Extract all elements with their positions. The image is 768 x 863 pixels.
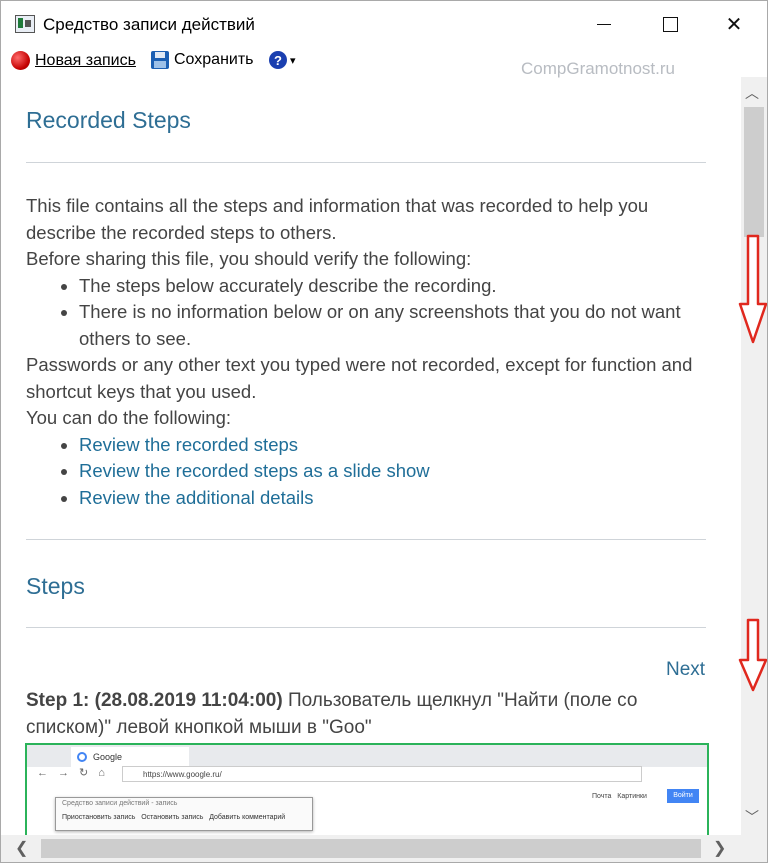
close-button[interactable]: ✕	[703, 1, 765, 47]
help-dropdown-button[interactable]: ? ▾	[269, 51, 296, 69]
mail-link: Почта	[592, 793, 612, 800]
floppy-disk-icon	[151, 51, 169, 69]
login-button: Войти	[667, 789, 699, 803]
horizontal-scroll-thumb[interactable]	[41, 839, 701, 858]
address-bar: https://www.google.ru/	[122, 766, 642, 782]
google-logo-icon	[77, 752, 87, 762]
help-icon: ?	[269, 51, 287, 69]
verify-intro: Before sharing this file, you should ver…	[26, 248, 472, 269]
options-intro: You can do the following:	[26, 407, 232, 428]
list-item: There is no information below or on any …	[79, 299, 716, 352]
browser-tab-bar: Google	[27, 745, 707, 767]
step-1-screenshot[interactable]: Google ←→↻⌂ https://www.google.ru/ Почта…	[25, 743, 709, 835]
list-item: The steps below accurately describe the …	[79, 273, 716, 300]
title-bar: Средство записи действий ✕	[1, 1, 767, 47]
vertical-scrollbar[interactable]: ︿ ﹀	[741, 77, 767, 835]
browser-nav-icons: ←→↻⌂	[37, 767, 115, 779]
window-title: Средство записи действий	[43, 15, 255, 34]
link-review-steps[interactable]: Review the recorded steps	[79, 434, 298, 455]
scroll-right-icon[interactable]: ❯	[713, 838, 726, 858]
scrollbar-corner	[741, 835, 767, 862]
browser-tab-title: Google	[93, 752, 123, 762]
options-list: Review the recorded steps Review the rec…	[26, 432, 716, 512]
verify-list: The steps below accurately describe the …	[26, 273, 716, 353]
list-item: Review the recorded steps	[79, 432, 716, 459]
intro-text: This file contains all the steps and inf…	[26, 195, 649, 243]
minimize-button[interactable]	[573, 1, 635, 47]
step-1-description: Step 1: (28.08.2019 11:04:00) Пользовате…	[26, 687, 706, 741]
divider	[26, 539, 706, 540]
scroll-down-icon[interactable]: ﹀	[745, 807, 759, 827]
steps-recorder-icon	[15, 15, 35, 33]
google-header-links: Почта Картинки	[592, 793, 647, 800]
step-1-label: Step 1: (28.08.2019 11:04:00)	[26, 690, 283, 711]
maximize-button[interactable]	[639, 1, 701, 47]
passwords-note: Passwords or any other text you typed we…	[26, 354, 693, 402]
images-link: Картинки	[617, 793, 647, 800]
divider	[26, 627, 706, 628]
save-button[interactable]: Сохранить	[151, 51, 254, 69]
scroll-left-icon[interactable]: ❮	[15, 838, 28, 858]
chevron-down-icon: ▾	[290, 54, 296, 67]
maximize-icon	[662, 16, 678, 32]
new-record-label: Новая запись	[35, 51, 136, 69]
horizontal-scrollbar[interactable]: ❮ ❯	[1, 835, 741, 862]
browser-tab: Google	[71, 747, 189, 767]
next-link[interactable]: Next	[666, 659, 705, 681]
intro-section: This file contains all the steps and inf…	[26, 193, 716, 511]
link-slide-show[interactable]: Review the recorded steps as a slide sho…	[79, 460, 430, 481]
divider	[26, 162, 706, 163]
new-record-button[interactable]: Новая запись	[11, 51, 136, 70]
steps-heading: Steps	[26, 573, 85, 599]
add-comment-button: Добавить комментарий	[209, 814, 286, 821]
app-window: Средство записи действий ✕ Новая запись …	[0, 0, 768, 863]
document-viewer: Recorded Steps This file contains all th…	[1, 77, 741, 835]
red-down-arrow-icon	[738, 618, 767, 692]
page-title: Recorded Steps	[26, 107, 191, 133]
minimize-icon	[597, 23, 611, 25]
pause-recording-button: Приостановить запись	[62, 814, 136, 821]
list-item: Review the additional details	[79, 485, 716, 512]
stop-recording-button: Остановить запись	[141, 814, 204, 821]
link-additional-details[interactable]: Review the additional details	[79, 487, 313, 508]
recorder-dialog: Средство записи действий - запись Приост…	[55, 797, 313, 831]
list-item: Review the recorded steps as a slide sho…	[79, 458, 716, 485]
save-label: Сохранить	[174, 51, 254, 68]
vertical-scroll-thumb[interactable]	[744, 107, 764, 237]
red-down-arrow-icon	[738, 234, 767, 344]
watermark: CompGramotnost.ru	[521, 59, 675, 78]
recorder-dialog-buttons: Приостановить запись Остановить запись Д…	[62, 814, 285, 821]
recorder-dialog-title: Средство записи действий - запись	[62, 800, 178, 807]
close-icon: ✕	[725, 13, 743, 36]
record-icon	[11, 51, 30, 70]
scroll-up-icon[interactable]: ︿	[745, 83, 759, 103]
